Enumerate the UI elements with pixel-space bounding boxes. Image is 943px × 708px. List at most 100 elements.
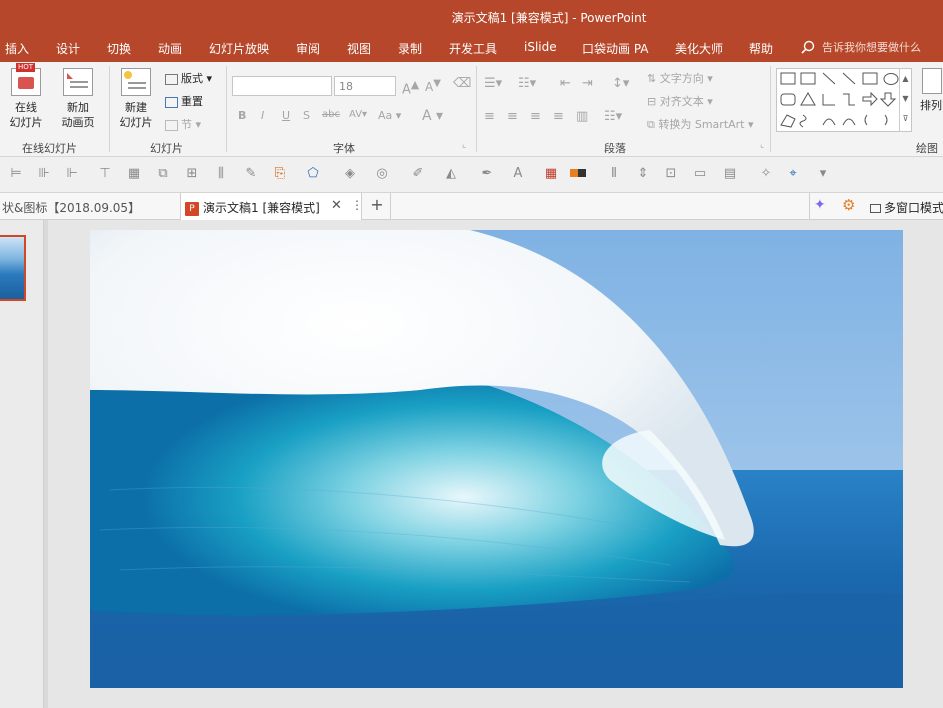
decrease-indent-icon[interactable]: ⇤ [560,76,571,91]
crosshair-icon[interactable]: ⌖ [785,166,801,182]
font-name-input[interactable] [232,76,332,96]
menu-slideshow[interactable]: 幻灯片放映 [209,40,269,57]
grow-font-icon[interactable]: A▲ [402,78,419,97]
edit-shape-icon[interactable]: ✐ [410,166,426,182]
pen-icon[interactable]: ✒ [479,166,495,182]
section-label: 节 [181,118,192,131]
columns-icon[interactable]: ☷▾ [604,109,622,124]
menu-beautify[interactable]: 美化大师 [675,40,723,57]
pin-icon[interactable]: ✧ [758,166,774,182]
align-center-icon[interactable]: ≡ [507,109,518,124]
online-slides-button[interactable]: HOT 在线 幻灯片 [4,63,48,130]
paste-format-icon[interactable]: ⎘ [272,166,288,182]
crop-icon[interactable]: ⊡ [663,166,679,182]
change-case-label: Aa [378,109,393,122]
shape-select-icon[interactable]: ⬠ [305,166,321,182]
bullets-icon[interactable]: ☰▾ [484,76,502,91]
shapes-gallery[interactable]: ▲ ▼ ⊽ [776,68,912,132]
align-text-button[interactable]: ⊟ 对齐文本 ▾ [647,93,713,109]
shrink-font-icon[interactable]: A▼ [425,78,441,94]
spacing-icon[interactable]: ⫼ [213,166,229,182]
tab-active-document[interactable]: P 演示文稿1 [兼容模式] ✕ ⋮ [180,193,363,220]
font-color-button[interactable]: A ▾ [422,108,443,124]
slide-canvas[interactable] [90,230,903,688]
scroll-gutter [44,220,48,708]
distribute-icon[interactable]: ⊞ [184,166,200,182]
picture-icon[interactable]: ▤ [722,166,738,182]
italic-button[interactable]: I [261,109,264,122]
line-spacing-icon[interactable]: ↕▾ [612,76,629,91]
settings-gear-icon[interactable]: ⚙ [842,196,855,214]
shadow-button[interactable]: S [303,109,310,122]
eyedropper-icon[interactable]: ✎ [243,166,259,182]
menu-view[interactable]: 视图 [347,40,371,57]
menu-record[interactable]: 录制 [398,40,422,57]
menu-animations[interactable]: 动画 [158,40,182,57]
numbering-icon[interactable]: ☷▾ [518,76,536,91]
fill-bucket-icon[interactable]: ◈ [342,166,358,182]
gallery-scroll[interactable]: ▲ ▼ ⊽ [899,69,911,131]
slide-thumbnail-1[interactable] [0,235,26,301]
char-spacing-button[interactable]: AV▾ [349,109,367,120]
online-slides-label: 在线 [15,101,37,114]
menu-transitions[interactable]: 切换 [107,40,131,57]
menu-design[interactable]: 设计 [56,40,80,57]
reset-icon [165,96,178,108]
color-palette-icon[interactable] [570,166,586,182]
menu-review[interactable]: 审阅 [296,40,320,57]
section-button[interactable]: 节 ▾ [165,116,201,132]
shape-effects-icon[interactable]: ◭ [443,166,459,182]
arrange-button[interactable]: 排列 [920,68,943,113]
rotate-icon[interactable]: ⇕ [635,166,651,182]
menu-islide[interactable]: iSlide [524,40,557,54]
tell-me-input[interactable]: 告诉我你想要做什么 [822,39,921,55]
convert-smartart-button[interactable]: ⧉ 转换为 SmartArt ▾ [647,116,754,132]
align-left-objects-icon[interactable]: ⊨ [8,166,24,182]
close-tab-icon[interactable]: ✕ [331,198,342,213]
menu-help[interactable]: 帮助 [749,40,773,57]
align-center-objects-icon[interactable]: ⊪ [36,166,52,182]
menu-insert[interactable]: 插入 [5,40,29,57]
align-right-icon[interactable]: ≡ [530,109,541,124]
magic-wand-icon[interactable]: ✦ [814,197,826,213]
bold-button[interactable]: B [238,109,246,122]
new-slide-button[interactable]: 新建 幻灯片 [114,68,158,130]
change-case-button[interactable]: Aa ▾ [378,109,401,122]
layout-button[interactable]: 版式 ▾ [165,70,212,86]
menu-pocket-animation[interactable]: 口袋动画 PA [582,40,649,57]
underline-button[interactable]: U [282,109,290,122]
reset-button[interactable]: 重置 [165,93,203,109]
arrange-label: 排列 [920,99,942,112]
paragraph-dialog-launcher[interactable]: ⌞ [760,140,764,150]
tab-menu-icon[interactable]: ⋮ [351,198,363,212]
text-direction-button[interactable]: ⇅ 文字方向 ▾ [647,70,713,86]
new-animation-page-button[interactable]: 新加 动画页 [54,68,102,130]
shape-outline-icon[interactable]: ◎ [374,166,390,182]
tab-previous-document[interactable]: 状&图标【2018.09.05】 [0,193,178,220]
new-slide-icon [121,68,151,96]
align-left-icon[interactable]: ≡ [484,109,495,124]
align-right-objects-icon[interactable]: ⊩ [64,166,80,182]
more-chevron-icon[interactable]: ▾ [815,166,831,182]
quick-toolbar: ⊨ ⊪ ⊩ ⊤ ▦ ⧉ ⊞ ⫼ ✎ ⎘ ⬠ ◈ ◎ ✐ ◭ ✒ A ▦ ⫴ ⇕ … [0,157,943,193]
flip-icon[interactable]: ⫴ [606,166,622,182]
text-box-icon[interactable]: ▭ [692,166,708,182]
text-fill-icon[interactable]: A [510,166,526,182]
menu-developer[interactable]: 开发工具 [449,40,497,57]
strikethrough-button[interactable]: abc [322,109,340,120]
new-tab-button[interactable]: + [366,193,388,220]
color-grid-icon[interactable]: ▦ [543,166,559,182]
font-dialog-launcher[interactable]: ⌞ [462,140,466,150]
new-slide-label2: 幻灯片 [119,116,153,129]
group-label-font: 字体 [333,142,355,155]
increase-indent-icon[interactable]: ⇥ [582,76,593,91]
align-top-objects-icon[interactable]: ⊤ [97,166,113,182]
justify-icon[interactable]: ≡ [553,109,564,124]
online-slides-icon: HOT [11,63,41,96]
grid-icon[interactable]: ▦ [126,166,142,182]
font-size-input[interactable]: 18 [334,76,396,96]
distributed-icon[interactable]: ▥ [576,109,588,124]
multi-window-mode-button[interactable]: 多窗口模式 [866,193,943,220]
group-objects-icon[interactable]: ⧉ [155,166,171,182]
clear-format-icon[interactable]: ⌫ [453,76,471,91]
